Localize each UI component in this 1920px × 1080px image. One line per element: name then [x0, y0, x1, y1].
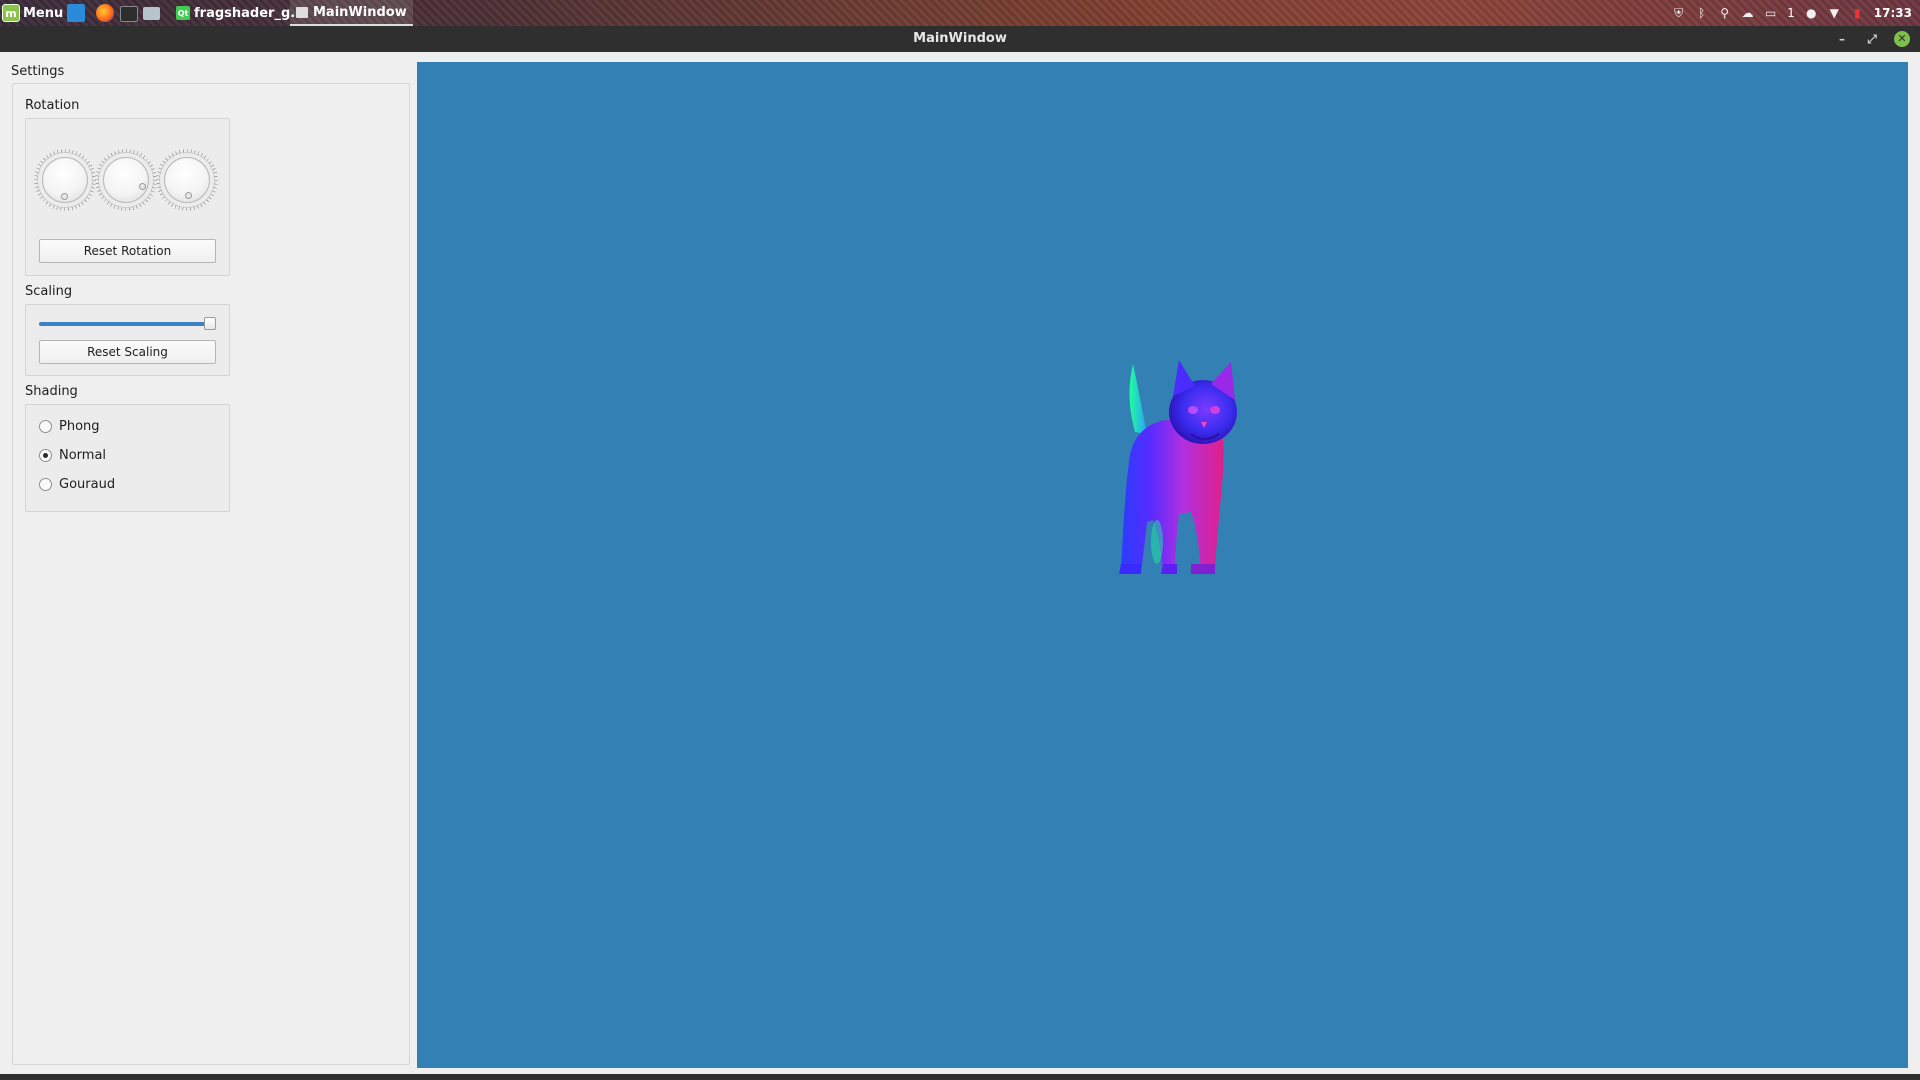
- radio-label: Normal: [59, 447, 107, 463]
- shading-group: Phong Normal Gouraud: [25, 404, 230, 512]
- slider-handle[interactable]: [204, 317, 216, 330]
- radio-normal[interactable]: Normal: [39, 446, 106, 464]
- user-icon[interactable]: ●: [1805, 6, 1818, 20]
- dial-knob: [139, 183, 146, 190]
- reset-rotation-button[interactable]: Reset Rotation: [39, 239, 216, 263]
- window-icon: [296, 6, 308, 18]
- location-icon[interactable]: ⚲: [1718, 6, 1731, 20]
- minimize-button[interactable]: –: [1834, 31, 1850, 47]
- scaling-slider[interactable]: [39, 317, 216, 331]
- files-icon[interactable]: [143, 7, 160, 20]
- battery-icon[interactable]: ▮: [1851, 6, 1864, 20]
- rotation-dial-x[interactable]: [42, 157, 88, 203]
- radio-label: Gouraud: [59, 476, 116, 492]
- system-tray: ⛨ ᛒ ⚲ ☁ ▭ 1 ● ▼ ▮ 17:33: [1672, 0, 1912, 26]
- bluetooth-icon[interactable]: ᛒ: [1695, 6, 1708, 20]
- slider-fill: [39, 322, 216, 326]
- close-button[interactable]: ✕: [1894, 31, 1910, 47]
- firefox-icon[interactable]: [96, 4, 114, 22]
- window-titlebar[interactable]: MainWindow – ⤢ ✕: [0, 26, 1920, 52]
- clock[interactable]: 17:33: [1874, 6, 1912, 20]
- shield-icon[interactable]: ⛨: [1672, 6, 1685, 20]
- scaling-group: Reset Scaling: [25, 304, 230, 376]
- taskbar: m Menu Qt fragshader_g... MainWindow ⛨ ᛒ…: [0, 0, 1920, 26]
- qt-icon: Qt: [176, 6, 190, 20]
- radio-button[interactable]: [39, 419, 52, 433]
- task-label: MainWindow: [313, 4, 407, 20]
- dial-knob: [61, 193, 68, 200]
- gl-viewport[interactable]: [417, 62, 1908, 1068]
- radio-label: Phong: [59, 418, 100, 434]
- menu-button[interactable]: m Menu: [2, 0, 69, 26]
- radio-button[interactable]: [39, 477, 52, 491]
- settings-title: Settings: [11, 64, 65, 79]
- radio-gouraud[interactable]: Gouraud: [39, 475, 115, 493]
- rotation-group: Reset Rotation: [25, 118, 230, 276]
- maximize-button[interactable]: ⤢: [1864, 31, 1880, 47]
- scaling-group-title: Scaling: [25, 284, 73, 299]
- network-icon[interactable]: ☁: [1741, 6, 1754, 20]
- wifi-icon[interactable]: ▼: [1828, 6, 1841, 20]
- menu-label: Menu: [23, 5, 64, 21]
- notifications-icon[interactable]: ▭: [1764, 6, 1777, 20]
- rotation-group-title: Rotation: [25, 98, 80, 113]
- rotation-dial-y[interactable]: [103, 157, 149, 203]
- show-desktop-icon[interactable]: [67, 4, 85, 22]
- task-label: fragshader_g...: [194, 5, 306, 21]
- cat-model: [1119, 360, 1237, 574]
- main-window-client: Settings Rotation Reset Rotation Scaling…: [0, 52, 1920, 1074]
- rotation-dial-z[interactable]: [164, 157, 210, 203]
- terminal-icon[interactable]: [120, 6, 138, 22]
- radio-phong[interactable]: Phong: [39, 417, 100, 435]
- notification-count: 1: [1787, 6, 1795, 20]
- radio-button[interactable]: [39, 448, 52, 462]
- mint-menu-icon: m: [2, 4, 20, 22]
- window-title: MainWindow: [913, 31, 1007, 46]
- reset-scaling-button[interactable]: Reset Scaling: [39, 340, 216, 364]
- taskbar-task-mainwindow[interactable]: MainWindow: [290, 0, 413, 26]
- shading-group-title: Shading: [25, 384, 78, 399]
- window-bottom-border: [0, 1074, 1920, 1080]
- dial-knob: [185, 192, 192, 199]
